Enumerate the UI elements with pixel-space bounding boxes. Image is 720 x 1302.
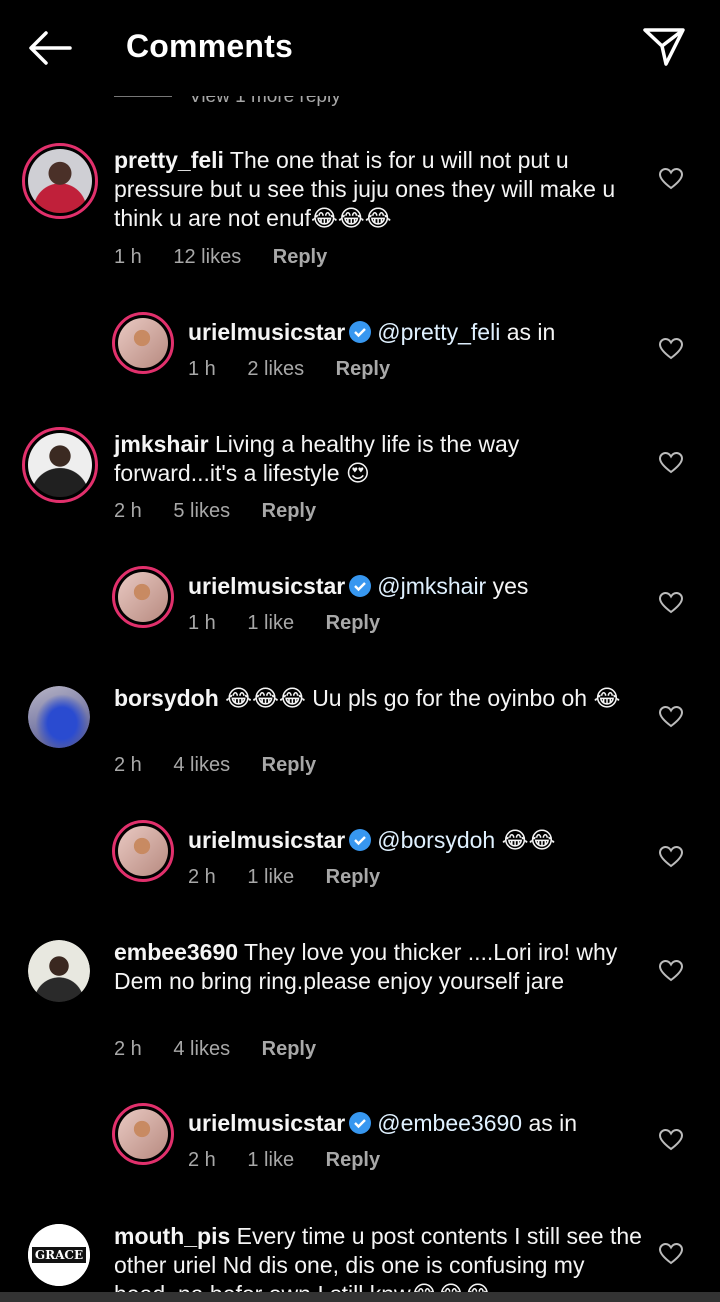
- comment-text: embee3690 They love you thicker ....Lori…: [114, 938, 644, 996]
- like-heart-icon[interactable]: [659, 1129, 683, 1151]
- comment-time: 2 h: [114, 754, 142, 776]
- like-heart-icon[interactable]: [659, 168, 683, 190]
- verified-badge-icon: [349, 575, 372, 597]
- like-heart-icon[interactable]: [659, 1243, 683, 1265]
- like-heart-icon[interactable]: [659, 338, 683, 360]
- comment-emoji: 😂😂: [501, 827, 556, 853]
- comment-meta: 1 h 12 likes Reply: [114, 246, 353, 269]
- comment-likes[interactable]: 1 like: [247, 1149, 294, 1171]
- comment-emoji: 😂😂😂: [411, 1281, 492, 1292]
- avatar[interactable]: [112, 820, 174, 882]
- comment-text: urielmusicstar @pretty_feli as in: [188, 318, 638, 347]
- comment-meta: 1 h 1 like Reply: [188, 612, 406, 635]
- like-heart-icon[interactable]: [659, 706, 683, 728]
- page-title: Comments: [126, 28, 293, 64]
- comment-emoji: 😍: [345, 460, 370, 486]
- comment-likes[interactable]: 1 like: [247, 866, 294, 888]
- avatar-logo-text: GRACE: [31, 1247, 87, 1263]
- comment-body: yes: [492, 573, 529, 599]
- avatar[interactable]: [112, 312, 174, 374]
- comment-meta: 2 h 4 likes Reply: [114, 1038, 342, 1061]
- comment-meta: 2 h 1 like Reply: [188, 1149, 406, 1172]
- comment-username[interactable]: borsydoh: [114, 685, 219, 711]
- avatar[interactable]: [112, 1103, 174, 1165]
- comment-meta: 1 h 2 likes Reply: [188, 358, 416, 381]
- comment-mention[interactable]: @jmkshair: [377, 573, 486, 599]
- comment-text: urielmusicstar @borsydoh 😂😂: [188, 826, 638, 855]
- reply-button[interactable]: Reply: [326, 866, 380, 888]
- comment-time: 2 h: [114, 1038, 142, 1060]
- comment: GRACE mouth_pis Every time u post conten…: [0, 1216, 720, 1292]
- comment-username[interactable]: urielmusicstar: [188, 1110, 345, 1136]
- comment-body: as in: [506, 319, 556, 345]
- reply-button[interactable]: Reply: [326, 612, 380, 634]
- comment-mention[interactable]: @borsydoh: [377, 827, 495, 853]
- comment-meta: 2 h 4 likes Reply: [114, 754, 342, 777]
- comment-time: 1 h: [188, 358, 216, 380]
- comment-emoji: 😂: [593, 685, 621, 711]
- comment-text: borsydoh 😂😂😂 Uu pls go for the oyinbo oh…: [114, 684, 644, 713]
- comment-text: urielmusicstar @embee3690 as in: [188, 1109, 638, 1138]
- comment-text: mouth_pis Every time u post contents I s…: [114, 1222, 644, 1292]
- comment-time: 2 h: [188, 1149, 216, 1171]
- comment-mention[interactable]: @embee3690: [377, 1110, 522, 1136]
- avatar[interactable]: [28, 940, 90, 1002]
- verified-badge-icon: [349, 1112, 372, 1134]
- reply-button[interactable]: Reply: [336, 358, 390, 380]
- comment-time: 1 h: [114, 246, 142, 268]
- avatar[interactable]: [22, 143, 98, 219]
- comment-time: 2 h: [188, 866, 216, 888]
- comment-meta: 2 h 5 likes Reply: [114, 500, 342, 523]
- verified-badge-icon: [349, 829, 372, 851]
- comment-text: urielmusicstar @jmkshair yes: [188, 572, 638, 601]
- reply-divider: [114, 96, 172, 97]
- comment-username[interactable]: jmkshair: [114, 431, 209, 457]
- reply-button[interactable]: Reply: [273, 246, 327, 268]
- reply-button[interactable]: Reply: [262, 754, 316, 776]
- reply-button[interactable]: Reply: [326, 1149, 380, 1171]
- comment-likes[interactable]: 1 like: [247, 612, 294, 634]
- avatar[interactable]: [28, 686, 90, 748]
- comment-body: Uu pls go for the oyinbo oh: [312, 685, 588, 711]
- comment-username[interactable]: urielmusicstar: [188, 319, 345, 345]
- comment-username[interactable]: mouth_pis: [114, 1223, 230, 1249]
- comment-meta: 2 h 1 like Reply: [188, 866, 406, 889]
- system-nav-bar: [0, 1292, 720, 1302]
- comment-emoji: 😂😂😂: [310, 205, 392, 231]
- comment-likes[interactable]: 5 likes: [173, 500, 230, 522]
- comment-likes[interactable]: 4 likes: [173, 1038, 230, 1060]
- comment-mention[interactable]: @pretty_feli: [377, 319, 500, 345]
- like-heart-icon[interactable]: [659, 592, 683, 614]
- reply-button[interactable]: Reply: [262, 1038, 316, 1060]
- direct-share-icon[interactable]: [642, 26, 686, 68]
- like-heart-icon[interactable]: [659, 452, 683, 474]
- avatar[interactable]: [112, 566, 174, 628]
- comment-body: as in: [528, 1110, 578, 1136]
- comment-time: 2 h: [114, 500, 142, 522]
- comment-username[interactable]: pretty_feli: [114, 147, 224, 173]
- comment-emoji: 😂😂😂: [225, 685, 306, 711]
- header-bar: Comments: [0, 0, 720, 96]
- comment-text: pretty_feli The one that is for u will n…: [114, 146, 644, 233]
- comment-username[interactable]: urielmusicstar: [188, 827, 345, 853]
- comment-likes[interactable]: 4 likes: [173, 754, 230, 776]
- avatar[interactable]: [22, 427, 98, 503]
- comment-text: jmkshair Living a healthy life is the wa…: [114, 430, 644, 488]
- back-arrow-icon[interactable]: [26, 28, 72, 68]
- avatar[interactable]: GRACE: [28, 1224, 90, 1286]
- reply-button[interactable]: Reply: [262, 500, 316, 522]
- comment-username[interactable]: urielmusicstar: [188, 573, 345, 599]
- comment-likes[interactable]: 2 likes: [247, 358, 304, 380]
- like-heart-icon[interactable]: [659, 846, 683, 868]
- verified-badge-icon: [349, 321, 372, 343]
- like-heart-icon[interactable]: [659, 960, 683, 982]
- comment-time: 1 h: [188, 612, 216, 634]
- comment-username[interactable]: embee3690: [114, 939, 238, 965]
- comment-likes[interactable]: 12 likes: [173, 246, 241, 268]
